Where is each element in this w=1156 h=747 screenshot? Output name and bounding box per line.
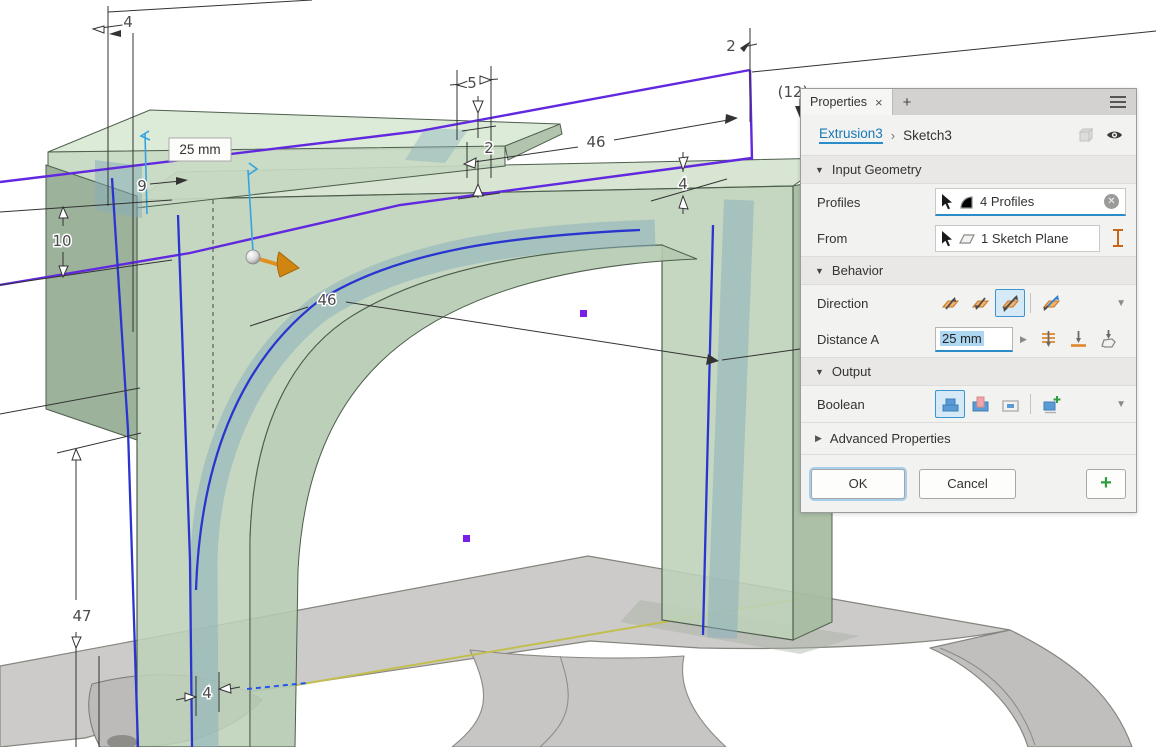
section-advanced-properties[interactable]: ▶ Advanced Properties: [801, 422, 1136, 454]
properties-panel: Properties × + Extrusion3 › Sketch3 ▼ In…: [800, 88, 1137, 513]
boolean-row: Boolean ▼: [801, 386, 1136, 422]
cancel-button[interactable]: Cancel: [919, 469, 1016, 499]
dim-label[interactable]: 2: [484, 139, 494, 157]
boolean-join-button[interactable]: [935, 390, 965, 418]
tooltip-value: 25 mm: [179, 142, 220, 157]
distance-a-input[interactable]: 25 mm: [935, 327, 1013, 352]
section-behavior[interactable]: ▼ Behavior: [801, 256, 1136, 285]
dim-label[interactable]: 9: [137, 177, 147, 195]
solid-preview-cube-icon[interactable]: [1077, 126, 1095, 144]
direction-flipped-button[interactable]: [965, 289, 995, 317]
profiles-field[interactable]: 4 Profiles ✕: [935, 188, 1126, 216]
sketch-plane-icon: [958, 231, 976, 246]
base-center-pedestal[interactable]: [452, 650, 726, 747]
direction-default-button[interactable]: [935, 289, 965, 317]
manipulator-sphere[interactable]: [246, 250, 260, 264]
section-title: Input Geometry: [832, 162, 922, 177]
dim-label[interactable]: 46: [586, 133, 605, 151]
dim-label[interactable]: 4: [123, 13, 133, 31]
from-value: 1 Sketch Plane: [979, 231, 1096, 246]
divider: [1030, 293, 1031, 313]
dim-label[interactable]: 2: [726, 37, 736, 55]
distance-a-value: 25 mm: [940, 331, 984, 346]
triangle-right-icon: ▶: [815, 433, 822, 444]
menu-icon[interactable]: [1100, 89, 1136, 115]
boolean-intersect-button[interactable]: [995, 390, 1025, 418]
tab-properties[interactable]: Properties ×: [801, 89, 893, 115]
flyout-arrow-icon[interactable]: ▶: [1020, 334, 1027, 345]
distance-a-label: Distance A: [817, 332, 935, 347]
clear-selection-icon[interactable]: ✕: [1104, 194, 1119, 209]
boolean-label: Boolean: [817, 397, 935, 412]
extent-to-face-button[interactable]: [1064, 325, 1094, 353]
section-title: Behavior: [832, 263, 883, 278]
tab-title: Properties: [810, 95, 867, 109]
section-title: Advanced Properties: [830, 431, 951, 446]
select-cursor-icon: [939, 193, 955, 210]
add-tab-button[interactable]: +: [893, 89, 922, 115]
dim-label[interactable]: 47: [72, 607, 91, 625]
breadcrumb: Extrusion3 › Sketch3: [801, 115, 1136, 155]
profile-icon: [958, 194, 975, 210]
ok-button[interactable]: OK: [811, 469, 905, 499]
chevron-right-icon: ›: [891, 128, 895, 143]
dim-label[interactable]: 10: [52, 232, 71, 250]
profiles-label: Profiles: [817, 195, 935, 210]
boolean-new-solid-button[interactable]: [1036, 390, 1066, 418]
triangle-down-icon: ▼: [815, 165, 824, 175]
breadcrumb-sketch[interactable]: Sketch3: [903, 128, 952, 143]
from-field[interactable]: 1 Sketch Plane: [935, 225, 1100, 252]
triangle-down-icon: ▼: [815, 266, 824, 276]
divider: [1030, 394, 1031, 414]
inventor-extrude-screen: { "panel": { "tab_title": "Properties", …: [0, 0, 1156, 747]
profiles-row: Profiles 4 Profiles ✕: [801, 184, 1136, 220]
select-cursor-icon: [939, 230, 955, 247]
extent-through-all-button[interactable]: [1034, 325, 1064, 353]
direction-row: Direction ▼: [801, 285, 1136, 321]
direction-asymmetric-button[interactable]: [1036, 289, 1066, 317]
panel-footer: OK Cancel +: [801, 454, 1136, 512]
dim-label[interactable]: 4: [202, 684, 212, 702]
triangle-down-icon: ▼: [815, 367, 824, 377]
repeat-command-button[interactable]: +: [1086, 469, 1126, 499]
dim-label[interactable]: 4: [678, 175, 688, 193]
direction-symmetric-button[interactable]: [995, 289, 1025, 317]
section-input-geometry[interactable]: ▼ Input Geometry: [801, 155, 1136, 184]
visibility-eye-icon[interactable]: [1105, 127, 1124, 143]
flip-direction-icon[interactable]: [1109, 227, 1127, 249]
section-output[interactable]: ▼ Output: [801, 357, 1136, 386]
sketch-point-2[interactable]: [463, 535, 470, 542]
extrusion-preview-right-leg: [722, 200, 739, 638]
dim-2-topright: [740, 28, 757, 122]
boolean-cut-button[interactable]: [965, 390, 995, 418]
from-label: From: [817, 231, 935, 246]
dim-label[interactable]: 5: [467, 74, 477, 92]
base-right-leg[interactable]: [930, 630, 1132, 747]
plus-icon: +: [903, 94, 912, 111]
profiles-value: 4 Profiles: [978, 194, 1101, 209]
extent-to-body-button[interactable]: [1094, 325, 1124, 353]
chevron-down-icon[interactable]: ▼: [1116, 298, 1126, 309]
direction-label: Direction: [817, 296, 935, 311]
breadcrumb-feature[interactable]: Extrusion3: [819, 126, 883, 144]
panel-tabbar: Properties × +: [801, 89, 1136, 115]
from-row: From 1 Sketch Plane: [801, 220, 1136, 256]
chevron-down-icon[interactable]: ▼: [1116, 399, 1126, 410]
distance-a-row: Distance A 25 mm ▶: [801, 321, 1136, 357]
distance-tooltip: 25 mm: [169, 138, 231, 161]
section-title: Output: [832, 364, 871, 379]
close-icon[interactable]: ×: [875, 95, 883, 110]
dim-label[interactable]: 46: [317, 291, 336, 309]
sketch-point-1[interactable]: [580, 310, 587, 317]
